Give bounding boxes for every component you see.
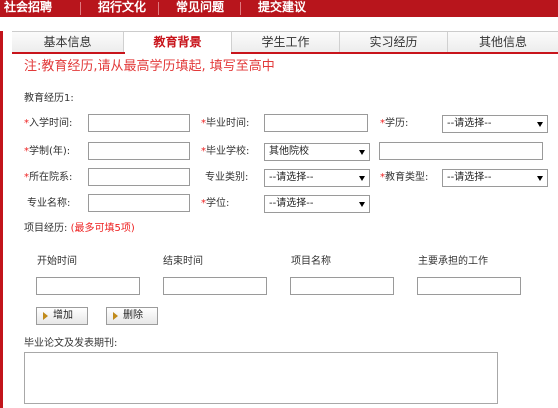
tab-basic-info[interactable]: 基本信息 [12, 32, 124, 53]
arrow-right-icon [113, 312, 118, 320]
major-name-input[interactable] [88, 194, 190, 212]
enroll-time-label: *入学时间: [24, 118, 73, 129]
education-notice: 注:教育经历,请从最高学历填起, 填写至高中 [24, 59, 275, 74]
nav-item-suggestion[interactable]: 提交建议 [258, 0, 306, 17]
project-duties-input[interactable] [417, 277, 521, 295]
edu-type-label: *教育类型: [380, 172, 429, 183]
project-col-name: 项目名称 [291, 256, 331, 267]
grad-time-label: *毕业时间: [201, 118, 250, 129]
project-col-duties: 主要承担的工作 [418, 256, 488, 267]
tab-student-work[interactable]: 学生工作 [232, 32, 340, 53]
tab-education[interactable]: 教育背景 [124, 32, 232, 53]
add-project-button[interactable]: 增加 [36, 307, 88, 325]
major-name-label: 专业名称: [27, 198, 71, 209]
degree-select[interactable]: --请选择-- [264, 195, 370, 213]
project-name-input[interactable] [290, 277, 394, 295]
major-category-label: 专业类别: [205, 172, 249, 183]
tab-internship[interactable]: 实习经历 [340, 32, 448, 53]
duration-input[interactable] [88, 142, 190, 160]
arrow-right-icon [43, 312, 48, 320]
nav-item-culture[interactable]: 招行文化 [98, 0, 146, 17]
grad-school-other-input[interactable] [379, 142, 543, 160]
tab-bar: 基本信息 教育背景 学生工作 实习经历 其他信息 [12, 31, 558, 53]
nav-separator [158, 2, 159, 15]
grad-school-select[interactable]: 其他院校 [264, 143, 370, 161]
project-col-start-time: 开始时间 [37, 256, 77, 267]
project-end-time-input[interactable] [163, 277, 267, 295]
project-limit-hint: (最多可填5项) [70, 223, 135, 234]
major-category-select[interactable]: --请选择-- [264, 169, 370, 187]
project-section-title: 项目经历: (最多可填5项) [24, 223, 135, 234]
grad-time-input[interactable] [264, 114, 368, 132]
department-input[interactable] [88, 168, 190, 186]
project-start-time-input[interactable] [36, 277, 140, 295]
chevron-down-icon [537, 122, 543, 127]
chevron-down-icon [359, 202, 365, 207]
duration-label: *学制(年): [24, 146, 71, 157]
thesis-textarea[interactable] [24, 352, 498, 404]
tab-other-info[interactable]: 其他信息 [448, 32, 558, 53]
left-accent-bar [0, 31, 3, 408]
thesis-label: 毕业论文及发表期刊: [24, 338, 118, 349]
project-col-end-time: 结束时间 [163, 256, 203, 267]
chevron-down-icon [537, 176, 543, 181]
active-tab-gap [125, 51, 231, 54]
degree-label: *学位: [201, 198, 230, 209]
chevron-down-icon [359, 150, 365, 155]
nav-separator [240, 2, 241, 15]
nav-item-faq[interactable]: 常见问题 [176, 0, 224, 17]
degree-level-label: *学历: [380, 118, 409, 129]
grad-school-label: *毕业学校: [201, 146, 250, 157]
chevron-down-icon [359, 176, 365, 181]
nav-separator [80, 2, 81, 15]
top-nav: 社会招聘 招行文化 常见问题 提交建议 [0, 0, 558, 17]
nav-item-social-recruit[interactable]: 社会招聘 [4, 0, 52, 17]
edu-type-select[interactable]: --请选择-- [442, 169, 548, 187]
tab-underline [12, 52, 558, 54]
department-label: *所在院系: [24, 172, 73, 183]
education-section-title: 教育经历1: [24, 93, 74, 104]
delete-project-button[interactable]: 删除 [106, 307, 158, 325]
degree-level-select[interactable]: --请选择-- [442, 115, 548, 133]
enroll-time-input[interactable] [88, 114, 190, 132]
